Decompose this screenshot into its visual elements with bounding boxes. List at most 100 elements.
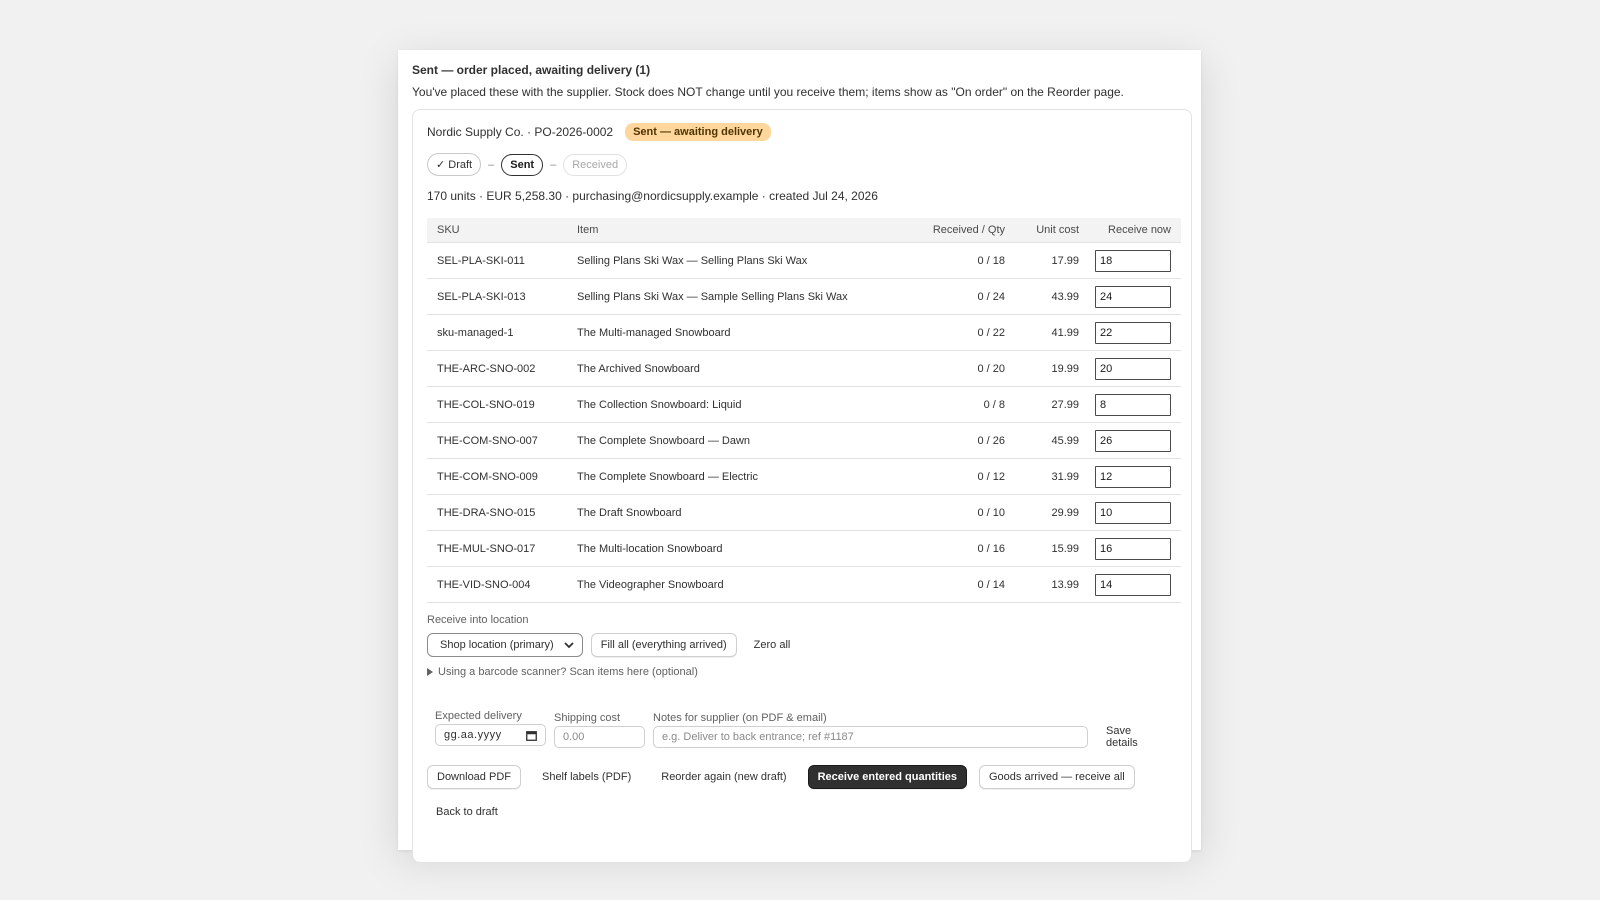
receive-now-input[interactable] (1095, 393, 1171, 416)
sku-cell: THE-ARC-SNO-002 (427, 350, 567, 387)
table-row: THE-MUL-SNO-017 The Multi-location Snowb… (427, 530, 1181, 567)
item-cell: Selling Plans Ski Wax — Sample Selling P… (567, 278, 905, 315)
receive-controls: Shop location (primary) Fill all (everyt… (427, 633, 799, 657)
col-received-qty: Received / Qty (905, 218, 1015, 243)
receive-now-input[interactable] (1095, 537, 1171, 560)
receive-now-cell (1089, 278, 1181, 315)
status-stepper: ✓ Draft – Sent – Received (427, 153, 628, 176)
step-draft: ✓ Draft (427, 153, 482, 176)
sku-cell: SEL-PLA-SKI-013 (427, 278, 567, 315)
barcode-scanner-label: Using a barcode scanner? Scan items here… (438, 666, 698, 678)
receive-now-cell (1089, 242, 1181, 279)
cost-cell: 15.99 (1015, 530, 1089, 567)
item-cell: The Complete Snowboard — Electric (567, 458, 905, 495)
section-title: Sent — order placed, awaiting delivery (… (412, 63, 651, 77)
receive-now-cell (1089, 422, 1181, 459)
cost-cell: 17.99 (1015, 242, 1089, 279)
cost-cell: 41.99 (1015, 314, 1089, 351)
received-cell: 0 / 16 (905, 530, 1015, 567)
download-pdf-button[interactable]: Download PDF (427, 765, 521, 789)
item-cell: Selling Plans Ski Wax — Selling Plans Sk… (567, 242, 905, 279)
location-label: Receive into location (427, 614, 529, 626)
back-row: Back to draft (427, 801, 507, 823)
step-separator: – (550, 158, 557, 171)
receive-now-cell (1089, 458, 1181, 495)
receive-now-input[interactable] (1095, 501, 1171, 524)
receive-now-cell (1089, 530, 1181, 567)
receive-now-cell (1089, 386, 1181, 423)
receive-now-input[interactable] (1095, 429, 1171, 452)
supplier-po-label: Nordic Supply Co. · PO-2026-0002 (427, 125, 614, 139)
barcode-scanner-toggle[interactable]: Using a barcode scanner? Scan items here… (427, 666, 698, 678)
item-cell: The Complete Snowboard — Dawn (567, 422, 905, 459)
received-cell: 0 / 12 (905, 458, 1015, 495)
receive-now-input[interactable] (1095, 285, 1171, 308)
receive-now-input[interactable] (1095, 573, 1171, 596)
cost-cell: 31.99 (1015, 458, 1089, 495)
sku-cell: THE-MUL-SNO-017 (427, 530, 567, 567)
caret-right-icon (427, 668, 433, 676)
sku-cell: SEL-PLA-SKI-011 (427, 242, 567, 279)
table-row: sku-managed-1 The Multi-managed Snowboar… (427, 314, 1181, 351)
shipping-cost-input[interactable]: 0.00 (554, 726, 645, 748)
shelf-labels-button[interactable]: Shelf labels (PDF) (533, 766, 640, 788)
notes-input[interactable]: e.g. Deliver to back entrance; ref #1187 (653, 726, 1088, 748)
receive-now-input[interactable] (1095, 465, 1171, 488)
sku-cell: THE-VID-SNO-004 (427, 566, 567, 603)
chevron-down-icon (564, 641, 574, 648)
receive-now-input[interactable] (1095, 321, 1171, 344)
location-select[interactable]: Shop location (primary) (427, 633, 583, 657)
table-row: SEL-PLA-SKI-011 Selling Plans Ski Wax — … (427, 242, 1181, 279)
back-to-draft-button[interactable]: Back to draft (427, 801, 507, 823)
reorder-again-button[interactable]: Reorder again (new draft) (652, 766, 795, 788)
save-details-button[interactable]: Save details (1097, 725, 1147, 749)
table-row: THE-COM-SNO-007 The Complete Snowboard —… (427, 422, 1181, 459)
step-separator: – (488, 158, 495, 171)
col-sku: SKU (427, 218, 567, 243)
shipping-cost-placeholder: 0.00 (563, 731, 585, 743)
item-cell: The Multi-location Snowboard (567, 530, 905, 567)
expected-delivery-label: Expected delivery (435, 710, 522, 722)
receive-now-input[interactable] (1095, 249, 1171, 272)
cost-cell: 19.99 (1015, 350, 1089, 387)
status-badge: Sent — awaiting delivery (625, 123, 771, 141)
cost-cell: 43.99 (1015, 278, 1089, 315)
expected-delivery-input[interactable]: gg.aa.yyyy (435, 724, 546, 746)
col-unit-cost: Unit cost (1015, 218, 1089, 243)
step-sent: Sent (501, 153, 544, 176)
expected-delivery-value: gg.aa.yyyy (444, 729, 502, 741)
received-cell: 0 / 10 (905, 494, 1015, 531)
receive-all-button[interactable]: Goods arrived — receive all (978, 765, 1135, 789)
received-cell: 0 / 14 (905, 566, 1015, 603)
receive-now-cell (1089, 350, 1181, 387)
order-header: Nordic Supply Co. · PO-2026-0002 Sent — … (427, 123, 771, 141)
section-description: You've placed these with the supplier. S… (412, 85, 1124, 99)
fill-all-button[interactable]: Fill all (everything arrived) (590, 633, 737, 657)
receive-now-input[interactable] (1095, 357, 1171, 380)
received-cell: 0 / 24 (905, 278, 1015, 315)
col-receive-now: Receive now (1089, 218, 1181, 243)
sku-cell: sku-managed-1 (427, 314, 567, 351)
received-cell: 0 / 26 (905, 422, 1015, 459)
table-header-row: SKU Item Received / Qty Unit cost Receiv… (427, 218, 1181, 243)
line-items-table: SKU Item Received / Qty Unit cost Receiv… (427, 218, 1181, 603)
received-cell: 0 / 8 (905, 386, 1015, 423)
order-summary: 170 units · EUR 5,258.30 · purchasing@no… (427, 189, 878, 203)
item-cell: The Multi-managed Snowboard (567, 314, 905, 351)
table-row: THE-VID-SNO-004 The Videographer Snowboa… (427, 566, 1181, 603)
receive-entered-button[interactable]: Receive entered quantities (807, 765, 967, 789)
item-cell: The Archived Snowboard (567, 350, 905, 387)
sku-cell: THE-COL-SNO-019 (427, 386, 567, 423)
purchase-order-card: Nordic Supply Co. · PO-2026-0002 Sent — … (412, 109, 1192, 863)
notes-label: Notes for supplier (on PDF & email) (653, 712, 827, 724)
cost-cell: 29.99 (1015, 494, 1089, 531)
cost-cell: 13.99 (1015, 566, 1089, 603)
col-item: Item (567, 218, 905, 243)
zero-all-button[interactable]: Zero all (745, 634, 800, 656)
table-row: SEL-PLA-SKI-013 Selling Plans Ski Wax — … (427, 278, 1181, 315)
order-actions: Download PDF Shelf labels (PDF) Reorder … (427, 765, 1135, 789)
received-cell: 0 / 22 (905, 314, 1015, 351)
sku-cell: THE-COM-SNO-009 (427, 458, 567, 495)
received-cell: 0 / 18 (905, 242, 1015, 279)
table-row: THE-COL-SNO-019 The Collection Snowboard… (427, 386, 1181, 423)
